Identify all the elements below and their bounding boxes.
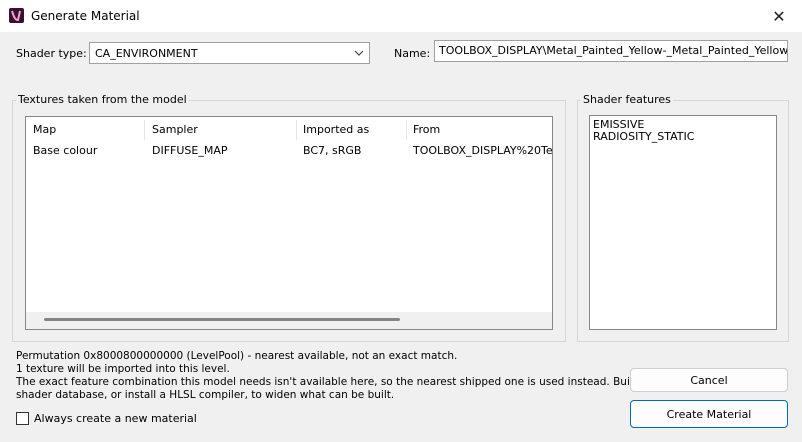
shader-type-value: CA_ENVIRONMENT	[95, 47, 198, 60]
always-new-label[interactable]: Always create a new material	[34, 412, 197, 425]
close-icon[interactable]: ✕	[756, 0, 802, 32]
column-header-imported-as[interactable]: Imported as	[303, 123, 369, 136]
shader-type-dropdown[interactable]: CA_ENVIRONMENT	[89, 42, 370, 64]
fallback-message: The exact feature combination this model…	[16, 376, 661, 388]
scrollbar-thumb[interactable]	[44, 318, 400, 321]
column-header-sampler[interactable]: Sampler	[152, 123, 198, 136]
status-messages: Permutation 0x8000800000000 (LevelPool) …	[16, 350, 661, 402]
cell-map: Base colour	[33, 144, 98, 157]
cancel-button[interactable]: Cancel	[630, 368, 788, 392]
horizontal-scrollbar[interactable]	[26, 312, 552, 329]
permutation-message: Permutation 0x8000800000000 (LevelPool) …	[16, 350, 458, 362]
window-title: Generate Material	[31, 9, 140, 23]
column-header-from[interactable]: From	[413, 123, 440, 136]
column-divider[interactable]	[144, 120, 145, 140]
column-divider[interactable]	[406, 120, 407, 140]
create-material-button[interactable]: Create Material	[630, 400, 788, 428]
column-header-map[interactable]: Map	[33, 123, 56, 136]
shader-features-group-title: Shader features	[581, 93, 673, 106]
column-divider[interactable]	[296, 120, 297, 140]
fallback-message-cont: shader database, or install a HLSL compi…	[16, 389, 395, 401]
always-new-checkbox[interactable]	[16, 412, 29, 425]
shader-type-label: Shader type:	[16, 47, 87, 60]
textures-table[interactable]: Map Sampler Imported as From Base colour…	[25, 116, 553, 330]
app-icon	[9, 8, 24, 23]
cell-imported-as: BC7, sRGB	[303, 144, 362, 157]
cell-sampler: DIFFUSE_MAP	[152, 144, 228, 157]
cell-from: TOOLBOX_DISPLAY%20Tex	[413, 144, 553, 157]
name-label: Name:	[394, 47, 431, 60]
title-bar: Generate Material ✕	[0, 0, 802, 32]
name-field[interactable]: TOOLBOX_DISPLAY\Metal_Painted_Yellow-_Me…	[434, 40, 788, 62]
table-header: Map Sampler Imported as From	[26, 120, 552, 140]
import-count-message: 1 texture will be imported into this lev…	[16, 363, 230, 375]
textures-group-title: Textures taken from the model	[16, 93, 189, 106]
chevron-down-icon	[354, 50, 364, 56]
table-row[interactable]: Base colour DIFFUSE_MAP BC7, sRGB TOOLBO…	[26, 141, 552, 161]
shader-features-list[interactable]: EMISSIVE RADIOSITY_STATIC	[589, 115, 777, 330]
list-item: RADIOSITY_STATIC	[593, 130, 695, 143]
